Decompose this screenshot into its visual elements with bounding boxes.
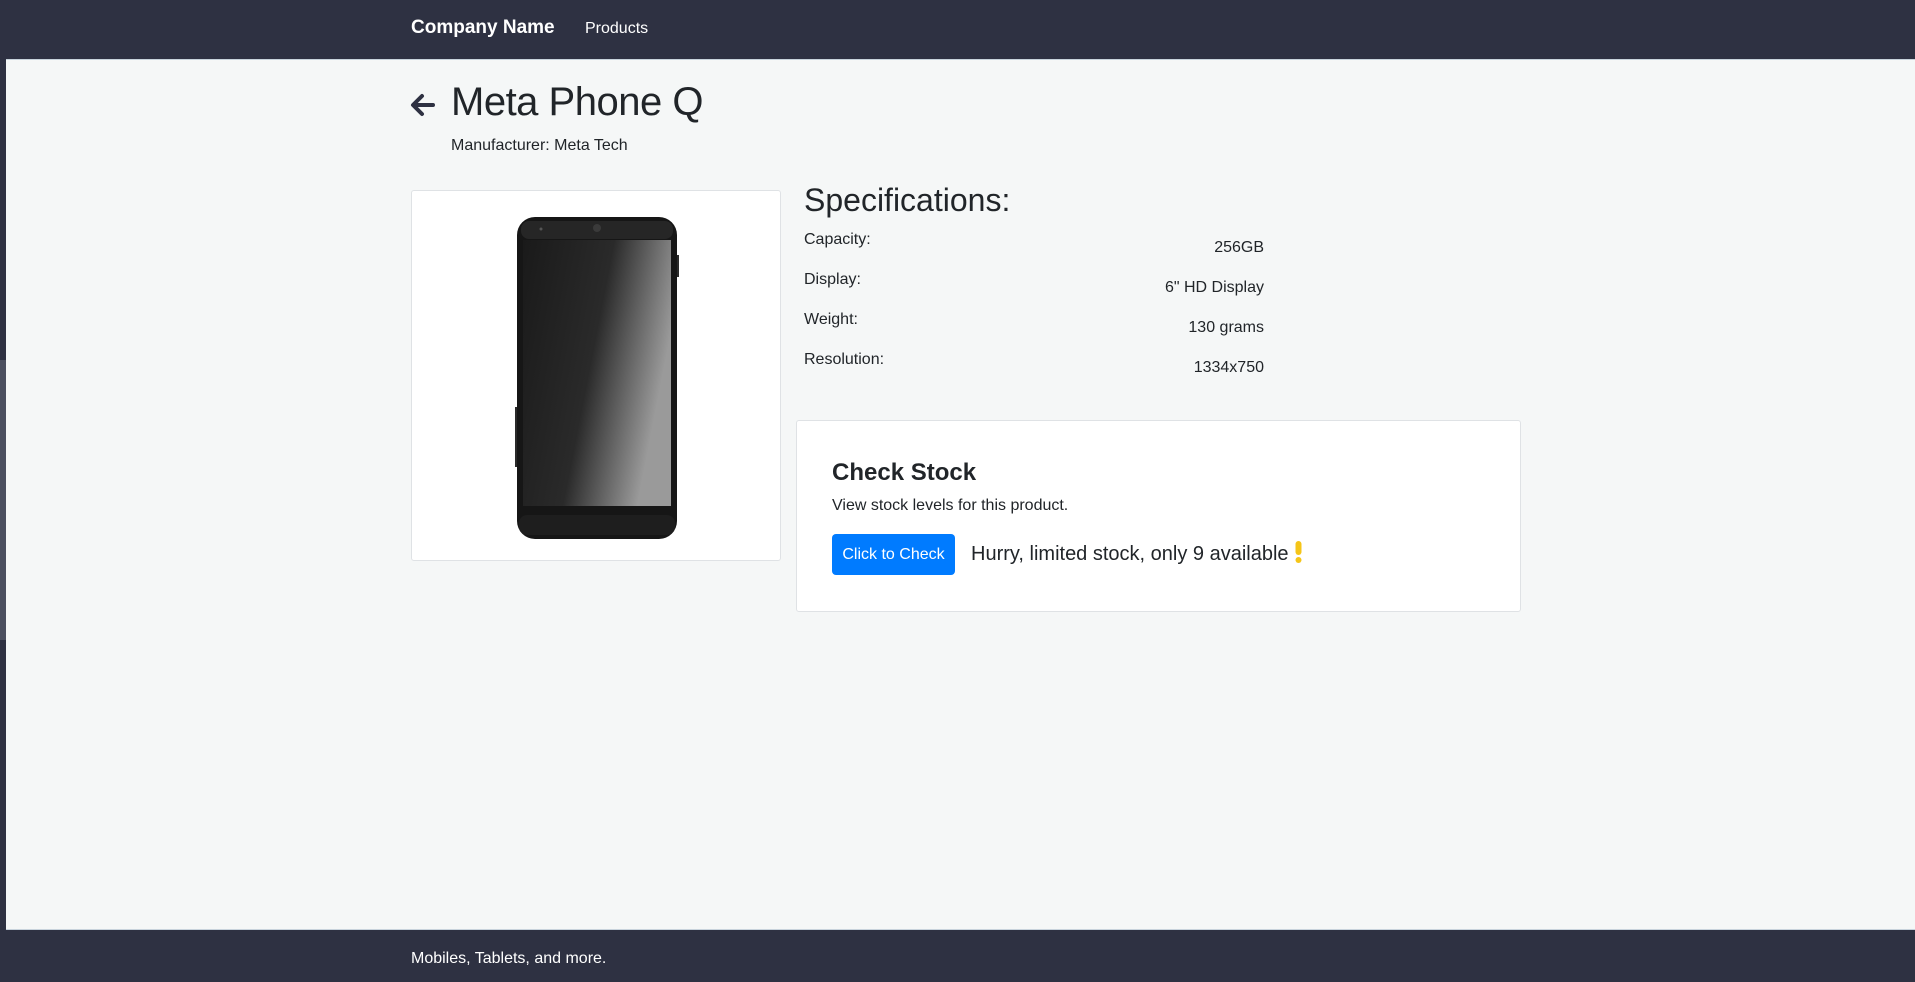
spec-label: Capacity: [804, 231, 871, 248]
spec-value: 6" HD Display [1164, 279, 1264, 296]
spec-row-resolution: Resolution: 1334x750 [804, 351, 1264, 381]
spec-value: 130 grams [1188, 319, 1264, 336]
spec-label: Resolution: [804, 351, 885, 368]
spec-label: Display: [804, 271, 861, 288]
spec-label: Weight: [804, 311, 858, 328]
footer-text: Mobiles, Tablets, and more. [411, 950, 607, 967]
top-navbar: Company Name Products [6, 0, 1915, 60]
window-edge [0, 0, 6, 982]
brand-link[interactable]: Company Name [411, 17, 555, 39]
back-arrow-icon[interactable] [409, 90, 437, 120]
page-title: Meta Phone Q [451, 80, 703, 124]
stock-message-text: Hurry, limited stock, only 9 available [971, 543, 1289, 565]
check-stock-subtitle: View stock levels for this product. [832, 497, 1069, 514]
product-image-card [411, 190, 781, 561]
check-stock-button[interactable]: Click to Check [832, 534, 955, 575]
spec-value: 1334x750 [1193, 359, 1264, 376]
exclamation-icon [1294, 541, 1303, 569]
spec-row-capacity: Capacity: 256GB [804, 231, 1264, 261]
spec-row-display: Display: 6" HD Display [804, 271, 1264, 301]
spec-value: 256GB [1214, 239, 1264, 256]
check-stock-card: Check Stock View stock levels for this p… [796, 420, 1521, 612]
specifications-title: Specifications: [804, 182, 1011, 218]
spec-row-weight: Weight: 130 grams [804, 311, 1264, 341]
nav-link-products[interactable]: Products [585, 20, 648, 38]
footer: Mobiles, Tablets, and more. [6, 929, 1915, 982]
check-stock-title: Check Stock [832, 459, 977, 486]
phone-image [515, 217, 679, 539]
manufacturer-label: Manufacturer: Meta Tech [451, 137, 628, 154]
stock-message: Hurry, limited stock, only 9 available [971, 541, 1303, 569]
